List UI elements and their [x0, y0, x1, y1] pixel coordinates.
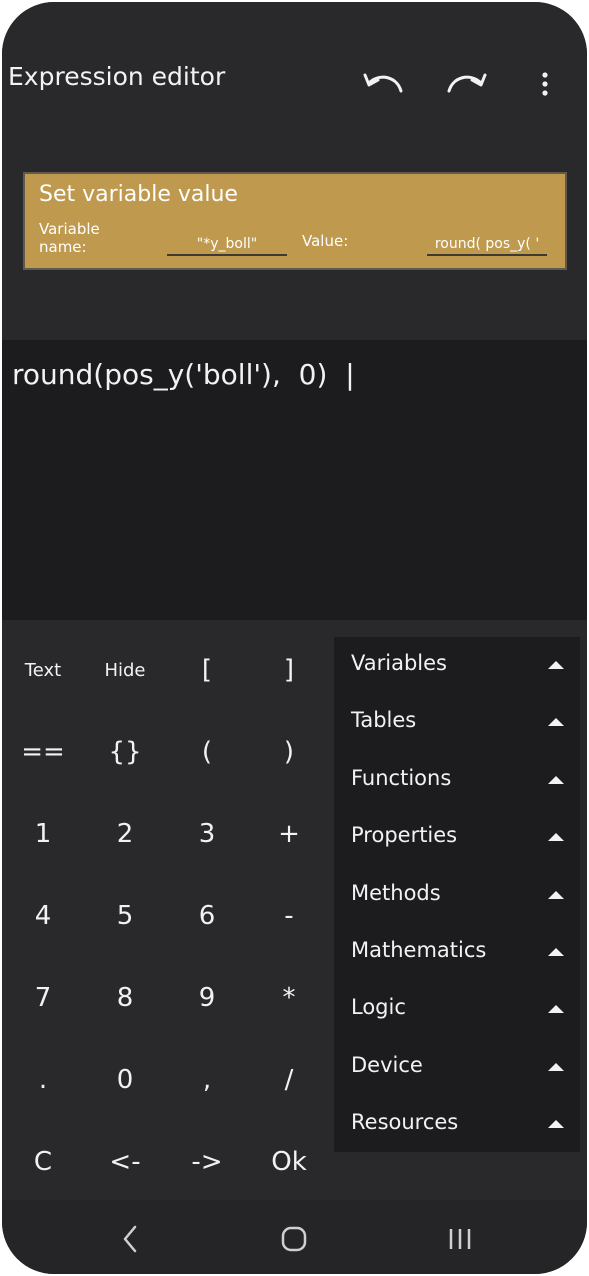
value-field[interactable]: round( pos_y( ' — [427, 232, 547, 256]
category-functions[interactable]: Functions — [334, 752, 580, 809]
key-0-2[interactable]: [ — [166, 640, 248, 700]
expand-up-icon — [548, 833, 564, 842]
key-5-1[interactable]: 0 — [84, 1050, 166, 1110]
phone-screen: Expression editor Set variable value Var… — [2, 2, 587, 1274]
value-label: Value: — [302, 232, 349, 250]
key-4-0[interactable]: 7 — [2, 968, 84, 1028]
key-3-3[interactable]: - — [248, 886, 330, 946]
expand-up-icon — [548, 1062, 564, 1071]
category-label: Logic — [351, 995, 406, 1020]
key-0-1[interactable]: Hide — [84, 640, 166, 700]
key-1-3[interactable]: ) — [248, 722, 330, 782]
back-icon[interactable] — [110, 1222, 150, 1256]
category-label: Functions — [351, 765, 452, 790]
expand-up-icon — [548, 1120, 564, 1129]
category-tables[interactable]: Tables — [334, 694, 580, 751]
key-4-2[interactable]: 9 — [166, 968, 248, 1028]
category-logic[interactable]: Logic — [334, 981, 580, 1038]
category-panel: Variables Tables Functions Properties Method… — [334, 637, 580, 1152]
set-variable-block[interactable]: Set variable value Variable name: "*y_bo… — [23, 172, 567, 270]
key-1-1[interactable]: {} — [84, 722, 166, 782]
expand-up-icon — [548, 890, 564, 899]
block-title: Set variable value — [39, 182, 238, 207]
key-4-3[interactable]: * — [248, 968, 330, 1028]
more-vert-icon[interactable] — [530, 64, 560, 104]
key-0-3[interactable]: ] — [248, 640, 330, 700]
key-2-1[interactable]: 2 — [84, 804, 166, 864]
key-3-1[interactable]: 5 — [84, 886, 166, 946]
expand-up-icon — [548, 718, 564, 727]
app-bar: Expression editor — [2, 2, 587, 152]
category-resources[interactable]: Resources — [334, 1096, 580, 1153]
variable-name-label: Variable name: — [39, 220, 100, 256]
expand-up-icon — [548, 948, 564, 956]
category-methods[interactable]: Methods — [334, 867, 580, 924]
category-label: Variables — [351, 651, 447, 675]
key-6-3[interactable]: Ok — [248, 1132, 330, 1192]
key-6-2[interactable]: -> — [166, 1132, 248, 1192]
recents-icon[interactable] — [440, 1222, 480, 1256]
key-6-1[interactable]: <- — [84, 1132, 166, 1192]
key-3-0[interactable]: 4 — [2, 886, 84, 946]
expand-up-icon — [548, 661, 564, 669]
key-4-1[interactable]: 8 — [84, 968, 166, 1028]
key-5-2[interactable]: , — [166, 1050, 248, 1110]
expand-up-icon — [548, 1005, 564, 1014]
key-5-3[interactable]: / — [248, 1050, 330, 1110]
category-variables[interactable]: Variables — [334, 637, 580, 694]
expression-text: round(pos_y('boll'), 0) | — [12, 358, 355, 391]
category-label: Device — [351, 1052, 423, 1077]
key-2-3[interactable]: + — [248, 804, 330, 864]
key-0-0[interactable]: Text — [2, 640, 84, 700]
key-2-0[interactable]: 1 — [2, 804, 84, 864]
undo-icon[interactable] — [358, 62, 408, 102]
system-nav-bar — [2, 1200, 587, 1274]
variable-name-field[interactable]: "*y_boll" — [167, 232, 287, 256]
category-device[interactable]: Device — [334, 1039, 580, 1096]
page-title: Expression editor — [8, 62, 226, 91]
category-label: Resources — [351, 1110, 459, 1135]
key-6-0[interactable]: C — [2, 1132, 84, 1192]
expression-input[interactable]: round(pos_y('boll'), 0) | — [2, 340, 587, 620]
key-1-0[interactable]: == — [2, 722, 84, 782]
category-properties[interactable]: Properties — [334, 809, 580, 866]
key-5-0[interactable]: . — [2, 1050, 84, 1110]
category-label: Properties — [351, 823, 458, 848]
expand-up-icon — [548, 775, 564, 784]
category-label: Mathematics — [351, 938, 487, 962]
key-1-2[interactable]: ( — [166, 722, 248, 782]
category-mathematics[interactable]: Mathematics — [334, 924, 580, 981]
category-label: Methods — [351, 880, 441, 905]
redo-icon[interactable] — [442, 62, 492, 102]
key-3-2[interactable]: 6 — [166, 886, 248, 946]
home-icon[interactable] — [274, 1222, 314, 1256]
keypad: Text Hide[] =={}() 1 2 3 +4 5 6-7 8 9 *. 0, / C <- -> Ok … — [2, 620, 587, 1200]
key-2-2[interactable]: 3 — [166, 804, 248, 864]
category-label: Tables — [351, 708, 417, 733]
